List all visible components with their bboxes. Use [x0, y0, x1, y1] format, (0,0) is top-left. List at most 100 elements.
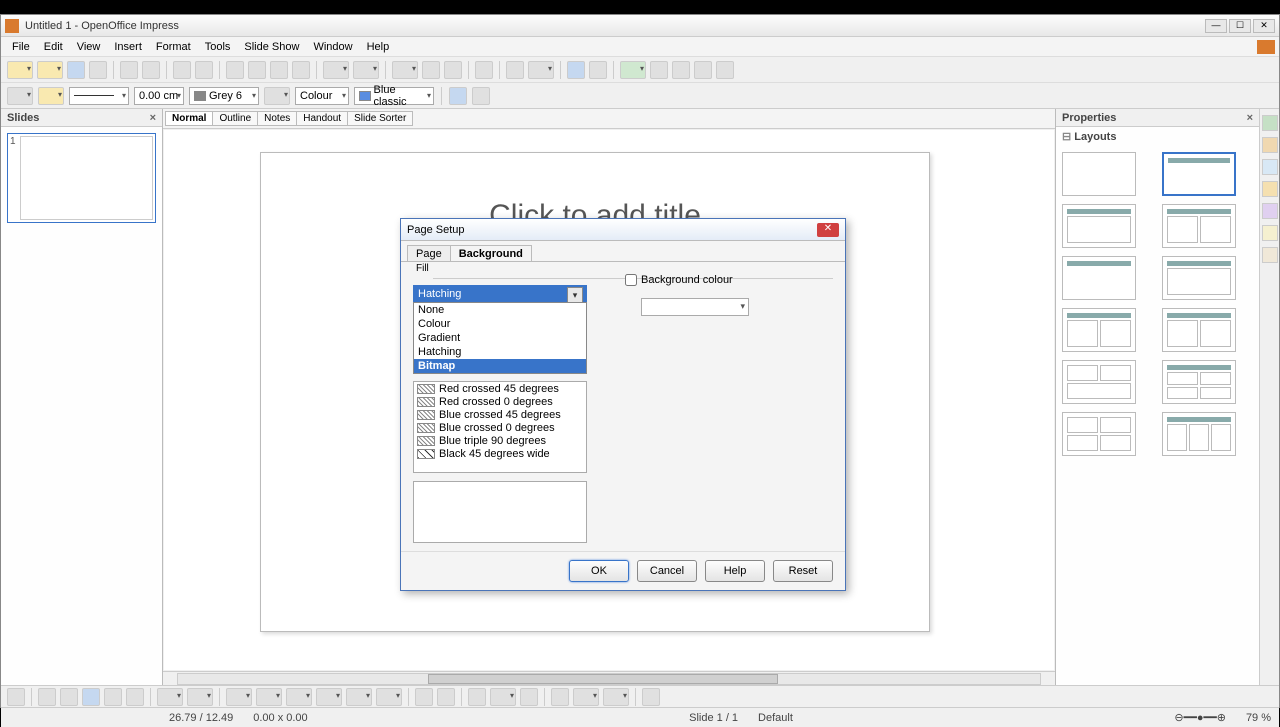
tab-normal[interactable]: Normal	[165, 111, 213, 126]
ellipse-tool[interactable]	[104, 688, 122, 706]
paste-button[interactable]	[270, 61, 288, 79]
menu-format[interactable]: Format	[149, 39, 198, 55]
print-button[interactable]	[142, 61, 160, 79]
undo-button[interactable]	[323, 61, 349, 79]
slidelayout-button[interactable]	[672, 61, 690, 79]
stars-tool[interactable]	[376, 688, 402, 706]
callout-tool[interactable]	[346, 688, 372, 706]
table-button[interactable]	[422, 61, 440, 79]
save-button[interactable]	[67, 61, 85, 79]
sidetool-styles-icon[interactable]	[1262, 203, 1278, 219]
slide-thumbnail[interactable]: 1	[7, 133, 156, 223]
help-button[interactable]: Help	[705, 560, 765, 582]
interaction-button[interactable]	[716, 61, 734, 79]
sidetool-transition-icon[interactable]	[1262, 181, 1278, 197]
line-width-combo[interactable]: 0.00 cm	[134, 87, 184, 105]
flowchart-tool[interactable]	[316, 688, 342, 706]
shadow-button[interactable]	[449, 87, 467, 105]
pdf-button[interactable]	[120, 61, 138, 79]
close-panel-icon[interactable]: ×	[150, 112, 156, 124]
layout-item[interactable]	[1062, 204, 1136, 248]
layout-item[interactable]	[1162, 256, 1236, 300]
fill-option-colour[interactable]: Colour	[414, 317, 586, 331]
tab-handout[interactable]: Handout	[296, 111, 348, 126]
fill-option-gradient[interactable]: Gradient	[414, 331, 586, 345]
menu-window[interactable]: Window	[306, 39, 359, 55]
horizontal-scrollbar[interactable]	[163, 671, 1055, 685]
connector-tool[interactable]	[187, 688, 213, 706]
chart-button[interactable]	[392, 61, 418, 79]
rect-tool[interactable]	[82, 688, 100, 706]
background-colour-combo[interactable]	[641, 298, 749, 316]
menu-file[interactable]: File	[5, 39, 37, 55]
email-button[interactable]	[89, 61, 107, 79]
reset-button[interactable]: Reset	[773, 560, 833, 582]
cancel-button[interactable]: Cancel	[637, 560, 697, 582]
shapes-tool[interactable]	[226, 688, 252, 706]
menu-tools[interactable]: Tools	[198, 39, 238, 55]
formatpaint-button[interactable]	[292, 61, 310, 79]
area-style-button[interactable]	[264, 87, 290, 105]
line-style-button[interactable]	[38, 87, 64, 105]
ok-button[interactable]: OK	[569, 560, 629, 582]
copy-button[interactable]	[248, 61, 266, 79]
fontwork-tool[interactable]	[468, 688, 486, 706]
dialog-close-button[interactable]: ✕	[817, 223, 839, 237]
layout-item[interactable]	[1062, 308, 1136, 352]
arrange-tool[interactable]	[603, 688, 629, 706]
slidedesign-button[interactable]	[650, 61, 668, 79]
maximize-button[interactable]: ☐	[1229, 19, 1251, 33]
layout-item[interactable]	[1062, 412, 1136, 456]
menu-view[interactable]: View	[70, 39, 108, 55]
zoom-slider[interactable]: ⊖━━●━━⊕	[1174, 711, 1226, 724]
sidetool-master-icon[interactable]	[1262, 137, 1278, 153]
new-button[interactable]	[7, 61, 33, 79]
extrusion-tool[interactable]	[642, 688, 660, 706]
layout-item[interactable]	[1062, 360, 1136, 404]
spellcheck-button[interactable]	[173, 61, 191, 79]
layout-item[interactable]	[1162, 360, 1236, 404]
bridge-icon[interactable]	[1257, 40, 1275, 54]
fill-type-combo[interactable]: Hatching	[413, 285, 587, 303]
arrows-tool[interactable]	[286, 688, 312, 706]
tab-outline[interactable]: Outline	[212, 111, 258, 126]
tab-notes[interactable]: Notes	[257, 111, 297, 126]
tab-background[interactable]: Background	[450, 245, 532, 262]
align-tool[interactable]	[573, 688, 599, 706]
extra-button[interactable]	[472, 87, 490, 105]
hyperlink-button[interactable]	[444, 61, 462, 79]
menu-help[interactable]: Help	[360, 39, 397, 55]
open-button[interactable]	[37, 61, 63, 79]
close-button[interactable]: ✕	[1253, 19, 1275, 33]
gallery-tool[interactable]	[520, 688, 538, 706]
sidetool-gallery-icon[interactable]	[1262, 225, 1278, 241]
fill-mode-combo[interactable]: Colour	[295, 87, 349, 105]
fill-option-bitmap[interactable]: Bitmap	[414, 359, 586, 373]
symbols-tool[interactable]	[256, 688, 282, 706]
text-tool[interactable]	[126, 688, 144, 706]
cut-button[interactable]	[226, 61, 244, 79]
minimize-button[interactable]: —	[1205, 19, 1227, 33]
layout-item[interactable]	[1162, 412, 1236, 456]
layout-item[interactable]	[1062, 256, 1136, 300]
arrow-select[interactable]	[7, 87, 33, 105]
sidetool-properties-icon[interactable]	[1262, 115, 1278, 131]
autospell-button[interactable]	[195, 61, 213, 79]
animation-button[interactable]	[694, 61, 712, 79]
line-tool[interactable]	[38, 688, 56, 706]
points-tool[interactable]	[415, 688, 433, 706]
sidetool-navigator-icon[interactable]	[1262, 247, 1278, 263]
layout-item[interactable]	[1162, 204, 1236, 248]
rotate-tool[interactable]	[551, 688, 569, 706]
whatsthis-button[interactable]	[589, 61, 607, 79]
sidetool-animation-icon[interactable]	[1262, 159, 1278, 175]
grid-button[interactable]	[475, 61, 493, 79]
close-properties-icon[interactable]: ×	[1247, 112, 1253, 124]
zoom-button[interactable]	[528, 61, 554, 79]
fromfile-tool[interactable]	[490, 688, 516, 706]
layout-item[interactable]	[1162, 308, 1236, 352]
layouts-section-header[interactable]: Layouts	[1056, 127, 1259, 146]
layout-title[interactable]	[1162, 152, 1236, 196]
line-style-combo[interactable]	[69, 87, 129, 105]
line-color-combo[interactable]: Grey 6	[189, 87, 259, 105]
